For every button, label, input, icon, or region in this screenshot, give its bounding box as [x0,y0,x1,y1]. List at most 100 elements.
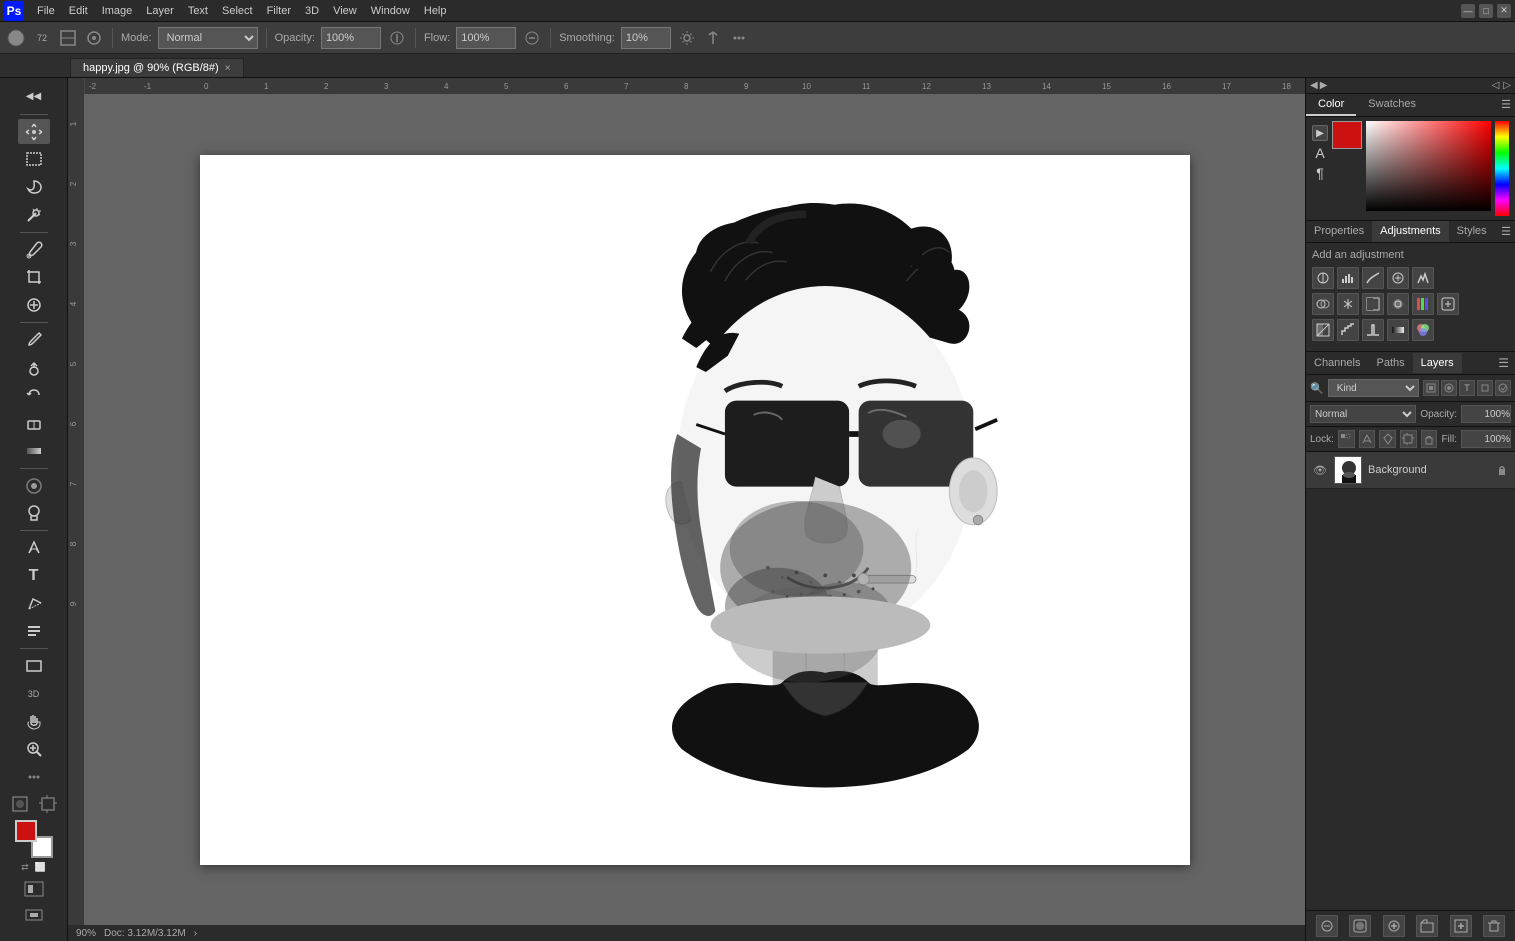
swap-colors-icon[interactable]: ⇄ [21,862,29,873]
vibrance-adj[interactable] [1412,267,1434,289]
opacity-value-input[interactable] [1461,405,1511,423]
color-tab[interactable]: Color [1306,94,1356,116]
brush-toggle-icon[interactable] [58,28,78,48]
tab-close-button[interactable]: × [225,63,231,74]
color-panel-menu[interactable]: ☰ [1497,94,1515,116]
blur-tool[interactable] [18,473,50,499]
layers-filter-select[interactable]: Kind Name Effect Mode Attribute Color [1328,379,1419,397]
extra-tool-1[interactable] [14,877,54,901]
styles-tab[interactable]: Styles [1449,221,1495,242]
delete-layer-button[interactable] [1483,915,1505,937]
channels-tab[interactable]: Channels [1306,353,1368,373]
extra-tool-2[interactable] [14,903,54,927]
menu-3d[interactable]: 3D [298,3,326,19]
bw-adj[interactable] [1362,293,1384,315]
hand-tool[interactable] [18,709,50,735]
filter-shape-icon[interactable] [1477,380,1493,396]
create-fill-adjustment-button[interactable] [1383,915,1405,937]
blend-mode-select[interactable]: Normal Dissolve Multiply Screen Overlay [1310,405,1416,423]
properties-tab[interactable]: Properties [1306,221,1372,242]
3d-tool[interactable]: 3D [18,681,50,707]
menu-image[interactable]: Image [95,3,140,19]
layer-visibility-icon[interactable]: 👁 [1312,462,1328,478]
color-balance-adj[interactable] [1337,293,1359,315]
selective-color-adj[interactable] [1412,319,1434,341]
toolbar-collapse-button[interactable]: ◀◀ [18,84,50,110]
panels-collapse-right[interactable]: ▶ [1320,80,1328,91]
zoom-tool[interactable] [18,736,50,762]
exposure-adj[interactable] [1387,267,1409,289]
lock-artboard-icon[interactable] [1400,430,1417,448]
move-tool[interactable] [18,119,50,145]
lock-position-icon[interactable] [1379,430,1396,448]
menu-file[interactable]: File [30,3,62,19]
add-layer-mask-button[interactable] [1349,915,1371,937]
filter-smart-icon[interactable] [1495,380,1511,396]
menu-window[interactable]: Window [364,3,417,19]
clone-stamp-tool[interactable] [18,355,50,381]
threshold-adj[interactable] [1362,319,1384,341]
adjustments-panel-menu[interactable]: ☰ [1497,221,1515,242]
marquee-lasso-tool[interactable] [18,174,50,200]
paragraph-tool[interactable] [18,618,50,644]
menu-filter[interactable]: Filter [260,3,298,19]
magic-wand-tool[interactable] [18,202,50,228]
panels-collapse-left[interactable]: ◀ [1310,80,1318,91]
panel-options-button[interactable]: ◁ [1492,80,1500,91]
eyedropper-tool[interactable] [18,237,50,263]
panel-expand-button[interactable]: ▷ [1503,80,1511,91]
posterize-adj[interactable] [1337,319,1359,341]
marquee-rect-tool[interactable] [18,146,50,172]
foreground-swatch[interactable] [1332,121,1362,149]
color-play-button[interactable]: ▶ [1312,125,1328,141]
minimize-button[interactable]: — [1461,4,1475,18]
gradient-map-adj[interactable] [1387,319,1409,341]
brush-tool[interactable] [18,327,50,353]
brightness-contrast-adj[interactable] [1312,267,1334,289]
settings-icon[interactable] [677,28,697,48]
flow-input[interactable] [456,27,516,49]
pressure-flow-icon[interactable] [522,28,542,48]
paths-tab[interactable]: Paths [1368,353,1412,373]
more-tools-button[interactable] [18,764,50,790]
pen-tool[interactable] [18,535,50,561]
channel-mixer-adj[interactable] [1412,293,1434,315]
layers-panel-menu-button[interactable]: ☰ [1492,352,1515,374]
lock-image-pixels-icon[interactable] [1359,430,1376,448]
menu-select[interactable]: Select [215,3,260,19]
document-tab[interactable]: happy.jpg @ 90% (RGB/8#) × [70,58,244,77]
color-lookup-adj[interactable] [1437,293,1459,315]
fill-value-input[interactable] [1461,430,1511,448]
curves-adj[interactable] [1362,267,1384,289]
color-paragraph-icon[interactable]: ¶ [1316,165,1324,181]
levels-adj[interactable] [1337,267,1359,289]
invert-adj[interactable] [1312,319,1334,341]
lock-all-icon[interactable] [1421,430,1438,448]
table-row[interactable]: 👁 Background [1306,452,1515,489]
lock-transparent-pixels-icon[interactable] [1338,430,1355,448]
mode-select[interactable]: Normal Dissolve Multiply Screen [158,27,258,49]
maximize-button[interactable]: □ [1479,4,1493,18]
type-tool[interactable]: T [18,563,50,589]
artboard-tool[interactable] [36,792,60,816]
hue-saturation-adj[interactable] [1312,293,1334,315]
foreground-background-colors[interactable] [15,820,53,858]
smoothing-input[interactable] [621,27,671,49]
status-arrow[interactable]: › [194,928,197,939]
eraser-tool[interactable] [18,410,50,436]
filter-pixel-icon[interactable] [1423,380,1439,396]
path-select-tool[interactable] [18,591,50,617]
add-layer-style-button[interactable] [1316,915,1338,937]
symmetry-icon[interactable] [703,28,723,48]
hue-slider[interactable] [1495,121,1509,216]
color-picker-gradient[interactable] [1366,121,1491,211]
rect-select-tool[interactable] [18,653,50,679]
menu-edit[interactable]: Edit [62,3,95,19]
menu-help[interactable]: Help [417,3,454,19]
color-type-icon[interactable]: A [1315,145,1324,161]
close-button[interactable]: ✕ [1497,4,1511,18]
menu-view[interactable]: View [326,3,364,19]
create-new-layer-button[interactable] [1450,915,1472,937]
opacity-input[interactable] [321,27,381,49]
quick-mask-tool[interactable] [8,792,32,816]
